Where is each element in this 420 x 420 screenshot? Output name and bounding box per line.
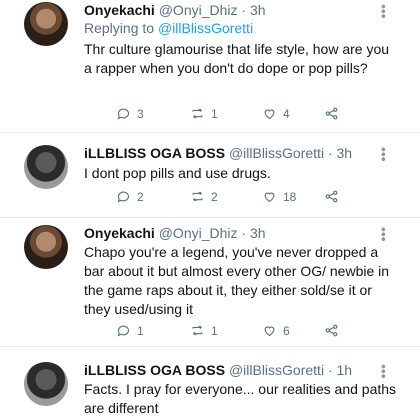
avatar-onyekachi[interactable]: [24, 225, 68, 269]
comment-button[interactable]: 1: [116, 323, 144, 338]
display-name[interactable]: iLLBLISS OGA BOSS: [84, 145, 225, 161]
retweet-count: 2: [211, 189, 218, 204]
comment-count: 1: [137, 323, 144, 338]
user-handle[interactable]: @illBlissGoretti: [229, 362, 324, 378]
avatar-onyekachi[interactable]: [24, 2, 68, 46]
timestamp[interactable]: · 1h: [328, 362, 352, 378]
retweet-button[interactable]: 1: [190, 323, 218, 338]
tweet-2[interactable]: iLLBLISS OGA BOSS @illBlissGoretti · 3h …: [0, 132, 420, 218]
like-count: 6: [283, 323, 290, 338]
comment-count: 3: [137, 106, 144, 121]
replying-to-label: Replying to: [84, 20, 155, 36]
avatar-illbliss[interactable]: [24, 362, 68, 406]
share-icon: [325, 107, 338, 120]
share-button[interactable]: [324, 323, 339, 338]
user-handle[interactable]: @Onyi_Dhiz: [159, 225, 238, 241]
tweet-actions: 1 1 6: [84, 323, 384, 343]
like-count: 4: [283, 106, 290, 121]
replying-to-handle[interactable]: @illBlissGoretti: [158, 20, 253, 36]
share-icon: [325, 324, 338, 337]
retweet-icon: [192, 191, 203, 202]
heart-icon: [264, 192, 275, 203]
share-button[interactable]: [324, 189, 339, 204]
tweet-actions: 3 1 4: [84, 106, 384, 126]
share-button[interactable]: [324, 106, 339, 121]
display-name[interactable]: Onyekachi: [84, 225, 155, 241]
more-options-icon[interactable]: •••: [376, 147, 392, 162]
more-options-icon[interactable]: •••: [376, 4, 392, 19]
retweet-button[interactable]: 1: [190, 106, 218, 121]
tweet-text: Facts. I pray for everyone... our realit…: [84, 381, 397, 416]
retweet-icon: [192, 325, 203, 336]
retweet-icon: [192, 108, 203, 119]
more-options-icon[interactable]: •••: [376, 364, 392, 379]
tweet-header: Onyekachi @Onyi_Dhiz · 3h: [84, 225, 266, 241]
avatar-illbliss[interactable]: [24, 145, 68, 189]
comment-button[interactable]: 3: [116, 106, 144, 121]
tweet-header: iLLBLISS OGA BOSS @illBlissGoretti · 1h: [84, 362, 352, 378]
retweet-button[interactable]: 2: [190, 189, 218, 204]
tweet-text: I dont pop pills and use drugs.: [84, 165, 271, 181]
retweet-count: 1: [211, 106, 218, 121]
display-name[interactable]: Onyekachi: [84, 2, 155, 18]
like-button[interactable]: 4: [262, 106, 290, 121]
tweet-4[interactable]: iLLBLISS OGA BOSS @illBlissGoretti · 1h …: [0, 346, 420, 420]
timestamp[interactable]: · 3h: [241, 2, 265, 18]
display-name[interactable]: iLLBLISS OGA BOSS: [84, 362, 225, 378]
comment-button[interactable]: 2: [116, 189, 144, 204]
comment-icon: [117, 191, 130, 203]
heart-icon: [264, 109, 275, 120]
comment-icon: [117, 108, 130, 120]
tweet-header: iLLBLISS OGA BOSS @illBlissGoretti · 3h: [84, 145, 352, 161]
tweet-actions: 2 2 18: [84, 189, 384, 209]
share-icon: [325, 190, 338, 203]
user-handle[interactable]: @illBlissGoretti: [229, 145, 324, 161]
tweet-3[interactable]: Onyekachi @Onyi_Dhiz · 3h ••• Chapo you'…: [0, 217, 420, 347]
like-button[interactable]: 6: [262, 323, 290, 338]
timestamp[interactable]: · 3h: [328, 145, 352, 161]
heart-icon: [264, 326, 275, 337]
like-count: 18: [283, 189, 297, 204]
retweet-count: 1: [211, 323, 218, 338]
tweet-text: Thr culture glamourise that life style, …: [84, 41, 390, 76]
tweet-1[interactable]: Onyekachi @Onyi_Dhiz · 3h ••• Replying t…: [0, 0, 420, 132]
user-handle[interactable]: @Onyi_Dhiz: [159, 2, 238, 18]
comment-count: 2: [137, 189, 144, 204]
replying-to: Replying to @illBlissGoretti: [84, 20, 253, 36]
tweet-header: Onyekachi @Onyi_Dhiz · 3h: [84, 2, 266, 18]
more-options-icon[interactable]: •••: [376, 227, 392, 242]
like-button[interactable]: 18: [262, 189, 296, 204]
timestamp[interactable]: · 3h: [241, 225, 265, 241]
tweet-text: Chapo you're a legend, you've never drop…: [84, 244, 390, 317]
comment-icon: [117, 325, 130, 337]
